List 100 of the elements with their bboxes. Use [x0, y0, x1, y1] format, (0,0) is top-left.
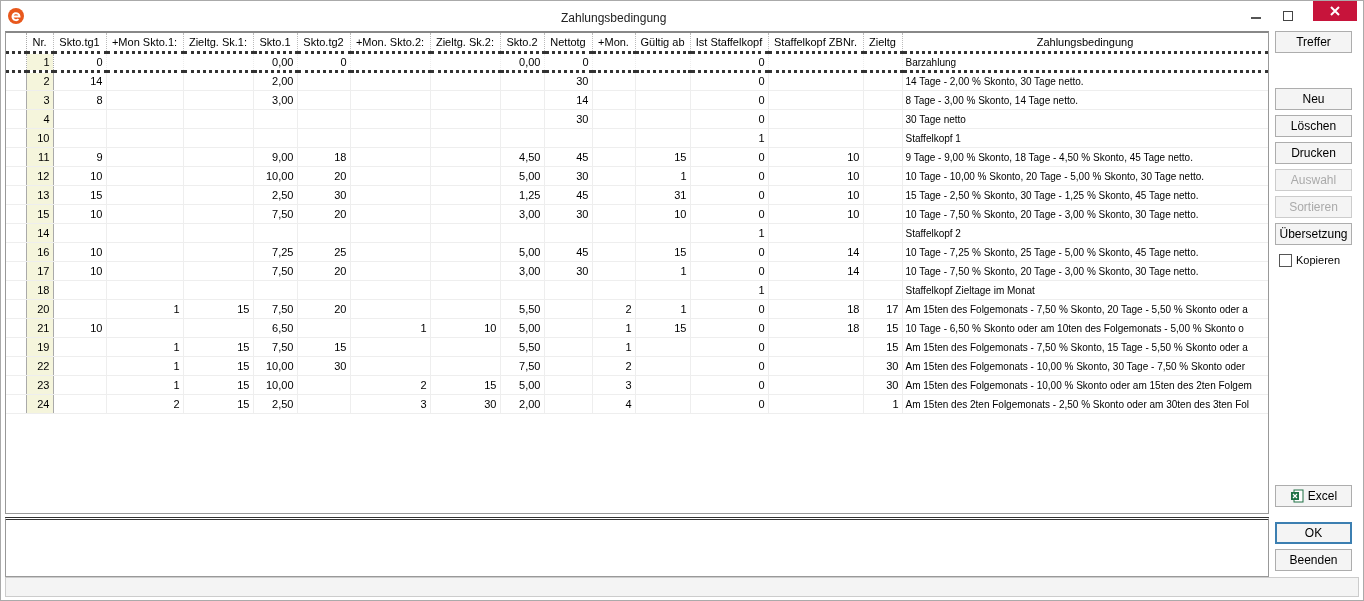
payment-term-text: Am 15ten des Folgemonats - 10,00 % Skonto oder am 15ten des 2ten Folgem: [905, 379, 1252, 391]
payment-term-text: Am 15ten des 2ten Folgemonats - 2,50 % Skonto oder am 30ten des 3ten Fol: [905, 398, 1250, 410]
row-number: 1: [43, 55, 50, 68]
table-cell: 1: [680, 302, 687, 315]
table-cell: 15: [886, 321, 899, 334]
table-cell: 31: [674, 188, 687, 201]
column-header[interactable]: Skto.tg1: [59, 35, 100, 48]
column-header[interactable]: Skto.1: [259, 35, 291, 48]
table-cell: 1: [892, 397, 899, 410]
table-cell: 30: [886, 359, 899, 372]
close-button[interactable]: [1313, 1, 1357, 21]
table-cell: 15: [237, 378, 250, 391]
payment-term-text: 10 Tage - 6,50 % Skonto oder am 10ten des Folgemonats - 5,00 % Skonto o: [905, 322, 1244, 334]
table-cell: 15: [237, 359, 250, 372]
column-header[interactable]: Skto.2: [506, 35, 538, 48]
table-cell: 0: [582, 55, 589, 68]
action-button[interactable]: Neu: [1275, 88, 1352, 110]
table-cell: 3,00: [519, 264, 541, 277]
table-cell: 1: [680, 169, 687, 182]
table-cell: 10: [90, 245, 103, 258]
table-cell: 30: [576, 112, 589, 125]
column-header[interactable]: Zahlungsbedingung: [1036, 35, 1134, 48]
table-cell: 3: [625, 378, 632, 391]
table-cell: 0,00: [519, 55, 541, 68]
column-header[interactable]: +Mon.: [598, 35, 629, 48]
row-number: 4: [43, 112, 50, 125]
action-button[interactable]: Löschen: [1275, 115, 1352, 137]
table-cell: 15: [674, 321, 687, 334]
table-cell: 14: [847, 245, 860, 258]
table-cell: 2,00: [519, 397, 541, 410]
maximize-icon[interactable]: [1283, 11, 1293, 21]
row-number: 21: [37, 321, 50, 334]
table-cell: 2: [625, 359, 632, 372]
table-cell: 1: [173, 378, 180, 391]
table-cell: 5,00: [519, 321, 541, 334]
row-number: 22: [37, 359, 50, 372]
row-number: 16: [37, 245, 50, 258]
spreadsheet-icon: [1289, 489, 1304, 503]
table-cell: 0: [758, 169, 765, 182]
table-cell: 30: [576, 207, 589, 220]
column-header[interactable]: Staffelkopf ZBNr.: [774, 35, 857, 48]
column-header[interactable]: Ist Staffelkopf: [695, 35, 763, 48]
table-cell: 6,50: [272, 321, 294, 334]
column-header[interactable]: Nr.: [32, 35, 47, 48]
table-cell: 30: [484, 397, 497, 410]
table-cell: 0: [758, 340, 765, 353]
column-header[interactable]: Nettotg: [550, 35, 586, 48]
payment-term-text: Am 15ten des Folgemonats - 7,50 % Skonto, 15 Tage - 5,50 % Skonto oder a: [905, 341, 1248, 353]
payment-term-text: 10 Tage - 7,50 % Skonto, 20 Tage - 3,00 % Skonto, 30 Tage netto.: [905, 208, 1199, 220]
table-cell: 14: [576, 93, 589, 106]
table-cell: 1: [625, 321, 632, 334]
table-cell: 7,50: [272, 302, 294, 315]
table-cell: 45: [576, 150, 589, 163]
table-cell: 10: [674, 207, 687, 220]
table-cell: 0: [758, 75, 765, 88]
table-cell: 15: [237, 397, 250, 410]
action-button[interactable]: Treffer: [1275, 31, 1352, 53]
column-header[interactable]: Zieltg. Sk.2:: [435, 35, 495, 48]
table-cell: 8: [96, 93, 103, 106]
table-cell: 17: [886, 302, 899, 315]
table-cell: 0: [758, 112, 765, 125]
column-header[interactable]: Skto.tg2: [303, 35, 344, 48]
action-button[interactable]: Beenden: [1275, 549, 1352, 571]
table-cell: 1: [173, 302, 180, 315]
action-button[interactable]: Übersetzung: [1275, 223, 1352, 245]
table-cell: 10: [90, 169, 103, 182]
table-cell: 7,50: [272, 340, 294, 353]
table-cell: 5,50: [519, 302, 541, 315]
table-cell: 7,50: [272, 264, 294, 277]
column-header[interactable]: Zieltg. Sk.1:: [188, 35, 248, 48]
table-cell: 30: [576, 169, 589, 182]
row-number: 14: [37, 226, 50, 239]
table-cell: 1,25: [519, 188, 541, 201]
table-cell: 2: [625, 302, 632, 315]
payment-term-text: 10 Tage - 7,50 % Skonto, 20 Tage - 3,00 % Skonto, 30 Tage netto.: [905, 265, 1199, 277]
checkbox[interactable]: [1279, 253, 1292, 267]
checkbox-label[interactable]: Kopieren: [1296, 251, 1341, 269]
row-number: 17: [37, 264, 50, 277]
payment-term-text: Staffelkopf 2: [905, 227, 961, 239]
column-header[interactable]: Gültig ab: [640, 35, 685, 48]
table-cell: 15: [674, 150, 687, 163]
action-button[interactable]: OK: [1275, 522, 1352, 544]
table-cell: 30: [334, 359, 347, 372]
column-header[interactable]: Zieltg: [869, 35, 896, 48]
excel-button[interactable]: Excel: [1275, 485, 1352, 507]
table-cell: 30: [334, 188, 347, 201]
window-title: Zahlungsbedingung: [561, 10, 667, 27]
payment-term-text: 30 Tage netto: [905, 113, 966, 125]
table-cell: 0: [758, 302, 765, 315]
action-button[interactable]: Drucken: [1275, 142, 1352, 164]
row-number: 3: [43, 93, 50, 106]
column-header[interactable]: +Mon Skto.1:: [111, 35, 178, 48]
table-cell: 0: [758, 93, 765, 106]
table-cell: 5,50: [519, 340, 541, 353]
app-logo-icon: [8, 8, 24, 24]
table-cell: 2,00: [272, 75, 294, 88]
table-cell: 0: [758, 245, 765, 258]
payment-term-text: 10 Tage - 7,25 % Skonto, 25 Tage - 5,00 % Skonto, 45 Tage netto.: [905, 246, 1199, 258]
table-cell: 0: [758, 150, 765, 163]
column-header[interactable]: +Mon. Skto.2:: [355, 35, 425, 48]
